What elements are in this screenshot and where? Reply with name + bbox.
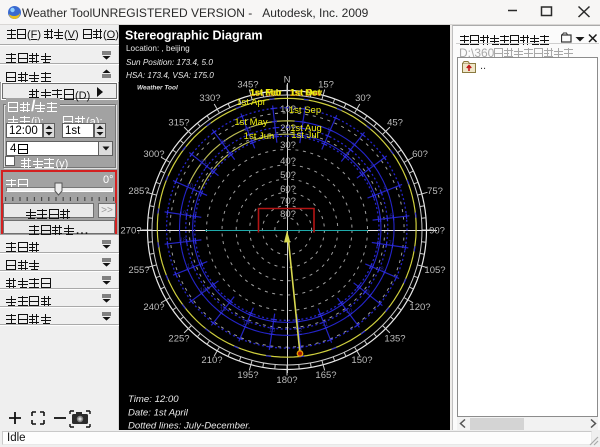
svg-text:255?: 255? (128, 265, 149, 276)
svg-text:135?: 135? (384, 334, 405, 345)
svg-text:15: 15 (220, 307, 227, 313)
svg-text:60?: 60? (280, 184, 296, 195)
svg-text:90?: 90? (429, 226, 445, 237)
svg-text:150?: 150? (351, 355, 372, 366)
svg-text:30?: 30? (280, 140, 296, 151)
svg-text:1st Oct: 1st Oct (290, 88, 321, 98)
svg-text:105?: 105? (424, 265, 445, 276)
svg-text:40?: 40? (280, 156, 296, 167)
svg-text:165?: 165? (315, 370, 336, 381)
svg-text:Weather Tool: Weather Tool (137, 85, 178, 92)
svg-text:1st Feb: 1st Feb (250, 88, 282, 98)
svg-text:70?: 70? (280, 196, 296, 207)
svg-text:Date: 1st April: Date: 1st April (128, 408, 189, 419)
svg-text:270?: 270? (120, 226, 141, 237)
svg-text:80?: 80? (280, 209, 296, 220)
svg-text:N: N (284, 75, 291, 86)
svg-text:285?: 285? (128, 186, 149, 197)
svg-text:180?: 180? (276, 375, 297, 386)
svg-text:60?: 60? (412, 149, 428, 160)
svg-text:Stereographic Diagram: Stereographic Diagram (125, 29, 263, 43)
svg-text:330?: 330? (199, 93, 220, 104)
svg-text:300?: 300? (143, 149, 164, 160)
svg-text:14: 14 (243, 321, 250, 327)
svg-text:7: 7 (388, 241, 392, 247)
svg-text:225?: 225? (168, 334, 189, 345)
svg-text:20: 20 (187, 184, 194, 190)
svg-text:22: 22 (220, 140, 227, 146)
svg-text:1st Apr: 1st Apr (236, 97, 266, 108)
svg-text:120?: 120? (409, 302, 430, 313)
svg-text:10: 10 (346, 309, 353, 315)
svg-text:Sun Position: 173.4, 5.0: Sun Position: 173.4, 5.0 (126, 58, 213, 67)
svg-text:1st May: 1st May (234, 117, 268, 128)
svg-text:30?: 30? (355, 93, 371, 104)
svg-text:19: 19 (180, 211, 187, 217)
svg-text:Time: 12:00: Time: 12:00 (128, 394, 179, 405)
svg-text:1st Jun: 1st Jun (244, 131, 275, 142)
svg-text:21: 21 (201, 160, 208, 166)
svg-text:195?: 195? (237, 370, 258, 381)
svg-text:16: 16 (200, 288, 207, 294)
svg-text:75?: 75? (427, 186, 443, 197)
svg-text:11: 11 (322, 322, 329, 328)
svg-text:17: 17 (187, 264, 194, 270)
svg-text:HSA: 173.4, VSA: 175.0: HSA: 173.4, VSA: 175.0 (126, 71, 214, 80)
svg-text:13: 13 (269, 328, 276, 334)
svg-text:Location: , beijing: Location: , beijing (126, 44, 190, 53)
svg-text:45?: 45? (387, 117, 403, 128)
svg-text:18: 18 (180, 238, 187, 244)
svg-text:210?: 210? (201, 355, 222, 366)
svg-text:1st Sep: 1st Sep (289, 105, 321, 116)
svg-text:50?: 50? (280, 170, 296, 181)
svg-text:Dotted lines: July-December.: Dotted lines: July-December. (128, 421, 251, 431)
svg-text:315?: 315? (168, 117, 189, 128)
svg-text:240?: 240? (143, 302, 164, 313)
svg-text:1st Jul: 1st Jul (291, 130, 318, 141)
